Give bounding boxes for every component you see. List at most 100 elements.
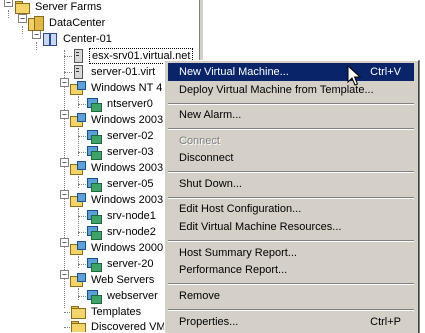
tree-node-windows-2003-c[interactable]: Windows 2003 [70, 192, 165, 208]
collapse-web-servers-toggle[interactable]: − [60, 270, 69, 279]
menu-item-label: Properties... [179, 316, 239, 328]
vm-group-icon [70, 240, 86, 256]
menu-separator [168, 309, 414, 311]
tree-node-srv-node1[interactable]: srv-node1 [86, 208, 158, 224]
collapse-windows-2003-b-toggle[interactable]: − [60, 158, 69, 167]
menu-item-label: Host Summary Report... [179, 247, 297, 259]
collapse-center-01-toggle[interactable]: − [32, 30, 41, 39]
server-icon [70, 48, 86, 64]
menu-item-label: Deploy Virtual Machine from Template... [179, 84, 374, 96]
vm-group-icon [70, 192, 86, 208]
menu-item-label: Connect [179, 135, 220, 147]
tree-node-srv-node2[interactable]: srv-node2 [86, 224, 158, 240]
server-icon [70, 64, 86, 80]
menu-item-connect: Connect [168, 132, 414, 150]
menu-item-label: Disconnect [179, 152, 234, 164]
menu-separator [168, 197, 414, 199]
tree-node-server-02[interactable]: server-02 [86, 128, 155, 144]
vm-group-icon [70, 80, 86, 96]
collapse-server-farms-toggle[interactable]: − [4, 0, 13, 7]
virtual-machine-icon [86, 144, 102, 160]
menu-item-label: New Alarm... [179, 109, 242, 121]
menu-item-edit-vm-resources[interactable]: Edit Virtual Machine Resources... [168, 218, 414, 236]
tree-node-label: server-01.virt [91, 66, 156, 78]
tree-node-windows-nt4[interactable]: Windows NT 4 [70, 80, 164, 96]
menu-item-new-alarm[interactable]: New Alarm... [168, 106, 414, 124]
tree-node-label: Center-01 [63, 33, 112, 45]
menu-separator [168, 240, 414, 242]
menu-item-host-summary-report[interactable]: Host Summary Report... [168, 244, 414, 262]
tree-node-web-servers[interactable]: Web Servers [70, 272, 156, 288]
collapse-datacenter-toggle[interactable]: − [18, 14, 27, 23]
farm-icon [42, 31, 58, 47]
tree-node-server-03[interactable]: server-03 [86, 144, 155, 160]
context-menu: New Virtual Machine... Ctrl+V Deploy Vir… [164, 60, 419, 333]
tree-node-label: Windows 2003 [91, 114, 164, 126]
tree-node-label: server-02 [107, 130, 154, 142]
menu-item-shortcut: Ctrl+P [370, 316, 401, 328]
menu-item-label: Remove [179, 290, 220, 302]
tree-node-templates[interactable]: Templates [70, 304, 143, 320]
menu-separator [168, 103, 414, 105]
collapse-windows-nt4-toggle[interactable]: − [60, 78, 69, 87]
tree-node-label: webserver [107, 290, 158, 302]
tree-node-label: Windows NT 4 [91, 82, 163, 94]
virtual-machine-icon [86, 176, 102, 192]
tree-node-ntserver0[interactable]: ntserver0 [86, 96, 155, 112]
menu-item-edit-host-configuration[interactable]: Edit Host Configuration... [168, 200, 414, 218]
menu-item-disconnect[interactable]: Disconnect [168, 149, 414, 167]
tree-node-label: server-03 [107, 146, 154, 158]
vm-group-icon [70, 112, 86, 128]
menu-separator [168, 128, 414, 130]
tree-node-windows-2003-a[interactable]: Windows 2003 [70, 112, 165, 128]
virtual-machine-icon [86, 224, 102, 240]
virtual-machine-icon [86, 256, 102, 272]
menu-item-remove[interactable]: Remove [168, 287, 414, 305]
tree-node-label: Templates [91, 306, 142, 318]
datacenter-icon [28, 15, 44, 31]
tree-node-label: Discovered VM [91, 321, 166, 332]
tree-node-windows-2000[interactable]: Windows 2000 [70, 240, 165, 256]
collapse-windows-2003-a-toggle[interactable]: − [60, 110, 69, 119]
menu-item-shortcut: Ctrl+V [370, 66, 401, 78]
menu-item-label: Edit Host Configuration... [179, 203, 302, 215]
menu-item-label: Performance Report... [179, 264, 288, 276]
menu-item-label: New Virtual Machine... [179, 66, 289, 78]
tree-node-label: srv-node1 [107, 210, 156, 222]
vm-group-icon [70, 272, 86, 288]
vm-group-icon [70, 160, 86, 176]
tree-node-label: Web Servers [91, 274, 155, 286]
tree-node-label: Windows 2003 [91, 162, 164, 174]
menu-item-properties[interactable]: Properties... Ctrl+P [168, 313, 414, 331]
collapse-windows-2000-toggle[interactable]: − [60, 238, 69, 247]
folder-icon [70, 304, 86, 320]
tree-node-label: server-20 [107, 258, 154, 270]
tree-node-datacenter[interactable]: DataCenter [28, 15, 107, 31]
menu-item-performance-report[interactable]: Performance Report... [168, 261, 414, 279]
tree-node-server-05[interactable]: server-05 [86, 176, 155, 192]
menu-item-deploy-vm-from-template[interactable]: Deploy Virtual Machine from Template... [168, 81, 414, 99]
virtual-machine-icon [86, 288, 102, 304]
tree-node-windows-2003-b[interactable]: Windows 2003 [70, 160, 165, 176]
tree-node-label: Windows 2003 [91, 194, 164, 206]
tree-node-server-01[interactable]: server-01.virt [70, 64, 157, 80]
menu-item-label: Shut Down... [179, 178, 242, 190]
tree-node-center-01[interactable]: Center-01 [42, 31, 114, 47]
tree-node-server-farms[interactable]: Server Farms [14, 0, 104, 15]
tree-node-label: srv-node2 [107, 226, 156, 238]
virtual-machine-icon [86, 96, 102, 112]
virtual-machine-icon [86, 208, 102, 224]
tree-node-discovered-vm[interactable]: Discovered VM [70, 319, 168, 332]
menu-item-shut-down[interactable]: Shut Down... [168, 175, 414, 193]
folder-icon [70, 319, 86, 332]
mouse-pointer-icon [347, 65, 361, 86]
menu-separator [168, 283, 414, 285]
collapse-windows-2003-c-toggle[interactable]: − [60, 190, 69, 199]
menu-item-label: Edit Virtual Machine Resources... [179, 221, 342, 233]
tree-node-label: DataCenter [49, 17, 106, 29]
tree-node-webserver[interactable]: webserver [86, 288, 160, 304]
tree-node-label: server-05 [107, 178, 154, 190]
tree-node-server-20[interactable]: server-20 [86, 256, 155, 272]
tree-node-label: ntserver0 [107, 98, 153, 110]
menu-item-new-virtual-machine[interactable]: New Virtual Machine... Ctrl+V [168, 63, 414, 81]
